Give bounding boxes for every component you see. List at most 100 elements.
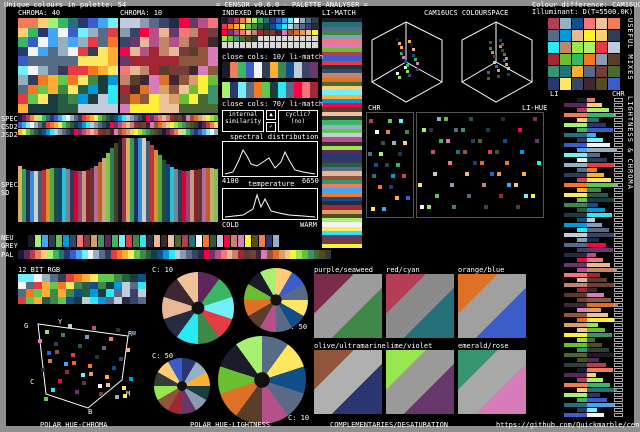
close-col-swatch bbox=[238, 62, 246, 78]
scatter-point bbox=[439, 139, 443, 143]
scatter-point bbox=[386, 130, 390, 134]
cam16-point bbox=[414, 58, 417, 61]
chroma-box bbox=[614, 238, 623, 242]
chroma-bar bbox=[587, 218, 595, 222]
scatter-point bbox=[398, 152, 402, 156]
map-cell bbox=[38, 37, 49, 47]
neutral-swatch bbox=[203, 235, 209, 247]
scatter-point bbox=[516, 205, 520, 209]
comp-lime-violet: lime/violet bbox=[386, 342, 433, 350]
scatter-point bbox=[92, 326, 96, 330]
map-cell bbox=[208, 94, 218, 104]
illuminant-label: Illuminant: D(T=5500.0K) bbox=[532, 8, 634, 16]
chroma-bar bbox=[587, 123, 606, 127]
chroma-bar bbox=[587, 148, 617, 152]
map-cell bbox=[88, 103, 99, 113]
scatter-point bbox=[463, 150, 467, 154]
map-cell bbox=[88, 84, 99, 95]
mix-cell bbox=[547, 77, 561, 91]
scatter-point bbox=[448, 161, 452, 165]
map-cell bbox=[169, 103, 180, 113]
map-cell bbox=[169, 27, 180, 38]
map-cell bbox=[98, 56, 109, 66]
lightness-bar bbox=[564, 263, 587, 267]
map-cell bbox=[198, 103, 209, 113]
chroma-box bbox=[614, 388, 623, 392]
chr2-label: CHR bbox=[612, 90, 625, 98]
li-match-label: LI-MATCH bbox=[322, 9, 356, 17]
map-cell bbox=[48, 65, 59, 76]
neutral-swatch bbox=[140, 235, 146, 247]
close-col-swatch bbox=[254, 62, 262, 78]
scatter-point bbox=[78, 344, 82, 348]
complementaries-label: COMPLEMENTARIES/DESATURATION bbox=[330, 421, 449, 429]
lightness-bar bbox=[564, 393, 587, 397]
mix-cell bbox=[583, 41, 597, 55]
close-col-swatch bbox=[302, 62, 310, 78]
scatter-point bbox=[524, 194, 528, 198]
palette-row[interactable] bbox=[18, 250, 332, 259]
lightness-bar bbox=[577, 388, 587, 392]
chroma-box bbox=[614, 253, 623, 257]
chroma-box bbox=[614, 363, 623, 367]
github-link[interactable]: https://github.com/Quickmarble/censor bbox=[496, 421, 640, 429]
chroma-bar bbox=[587, 103, 602, 107]
scatter-point bbox=[85, 335, 89, 339]
chroma-bar bbox=[587, 408, 597, 412]
scatter-point bbox=[95, 355, 99, 359]
chroma-box bbox=[614, 173, 623, 177]
lightness-bar bbox=[577, 128, 587, 132]
cam16-point bbox=[406, 64, 409, 67]
map-cell bbox=[149, 75, 160, 85]
hue-c: C bbox=[30, 378, 35, 386]
close-col-swatch bbox=[294, 82, 302, 98]
neutral-swatch bbox=[91, 235, 97, 247]
scatter-point bbox=[64, 362, 68, 366]
lightness-bar bbox=[564, 123, 587, 127]
lightness-bar bbox=[577, 358, 587, 362]
close-col-swatch bbox=[246, 82, 254, 98]
lightness-bar bbox=[577, 118, 587, 122]
map-cell bbox=[198, 56, 209, 66]
cam16-point bbox=[416, 68, 419, 71]
scatter-point bbox=[535, 139, 539, 143]
scatter-point bbox=[495, 150, 499, 154]
map-cell bbox=[28, 84, 39, 95]
chroma-box bbox=[614, 273, 623, 277]
li-label: LI bbox=[550, 90, 559, 98]
map-cell bbox=[159, 65, 170, 76]
map-cell bbox=[38, 56, 49, 66]
indexed-palette-grid[interactable] bbox=[221, 17, 319, 49]
sd-label: SD bbox=[1, 189, 10, 197]
chroma-box bbox=[614, 118, 623, 122]
neutral-swatch bbox=[126, 235, 132, 247]
chroma-bar bbox=[587, 268, 617, 272]
up-arrow-icon[interactable]: ▲ bbox=[266, 110, 276, 120]
comp-panel-4 bbox=[314, 350, 382, 414]
scatter-point bbox=[44, 397, 48, 401]
mix-cell bbox=[595, 41, 609, 55]
cam16-point bbox=[497, 75, 500, 78]
cyclic-button[interactable]: cyclic? (no) bbox=[278, 110, 318, 132]
map-cell bbox=[188, 46, 199, 57]
chroma-bar bbox=[587, 353, 616, 357]
map-cell bbox=[208, 75, 218, 85]
scatter-point bbox=[82, 381, 86, 385]
map-cell bbox=[88, 75, 99, 85]
lightness-bar bbox=[564, 113, 587, 117]
neutral-row bbox=[28, 235, 280, 247]
scatter-point bbox=[71, 353, 75, 357]
map-cell bbox=[198, 18, 209, 28]
internal-similarity-button[interactable]: internal similarity bbox=[222, 110, 264, 132]
chroma-box bbox=[614, 318, 623, 322]
scatter-point bbox=[467, 194, 471, 198]
scatter-point bbox=[446, 139, 450, 143]
scatter-point bbox=[435, 194, 439, 198]
csd2-label: CSD2 bbox=[1, 123, 18, 131]
check-icon[interactable]: ✓ bbox=[266, 122, 276, 132]
map-cell bbox=[159, 75, 170, 85]
scatter-point bbox=[126, 348, 130, 352]
lightness-bar bbox=[564, 233, 587, 237]
chroma-bar bbox=[587, 233, 616, 237]
scatter-point bbox=[505, 161, 509, 165]
